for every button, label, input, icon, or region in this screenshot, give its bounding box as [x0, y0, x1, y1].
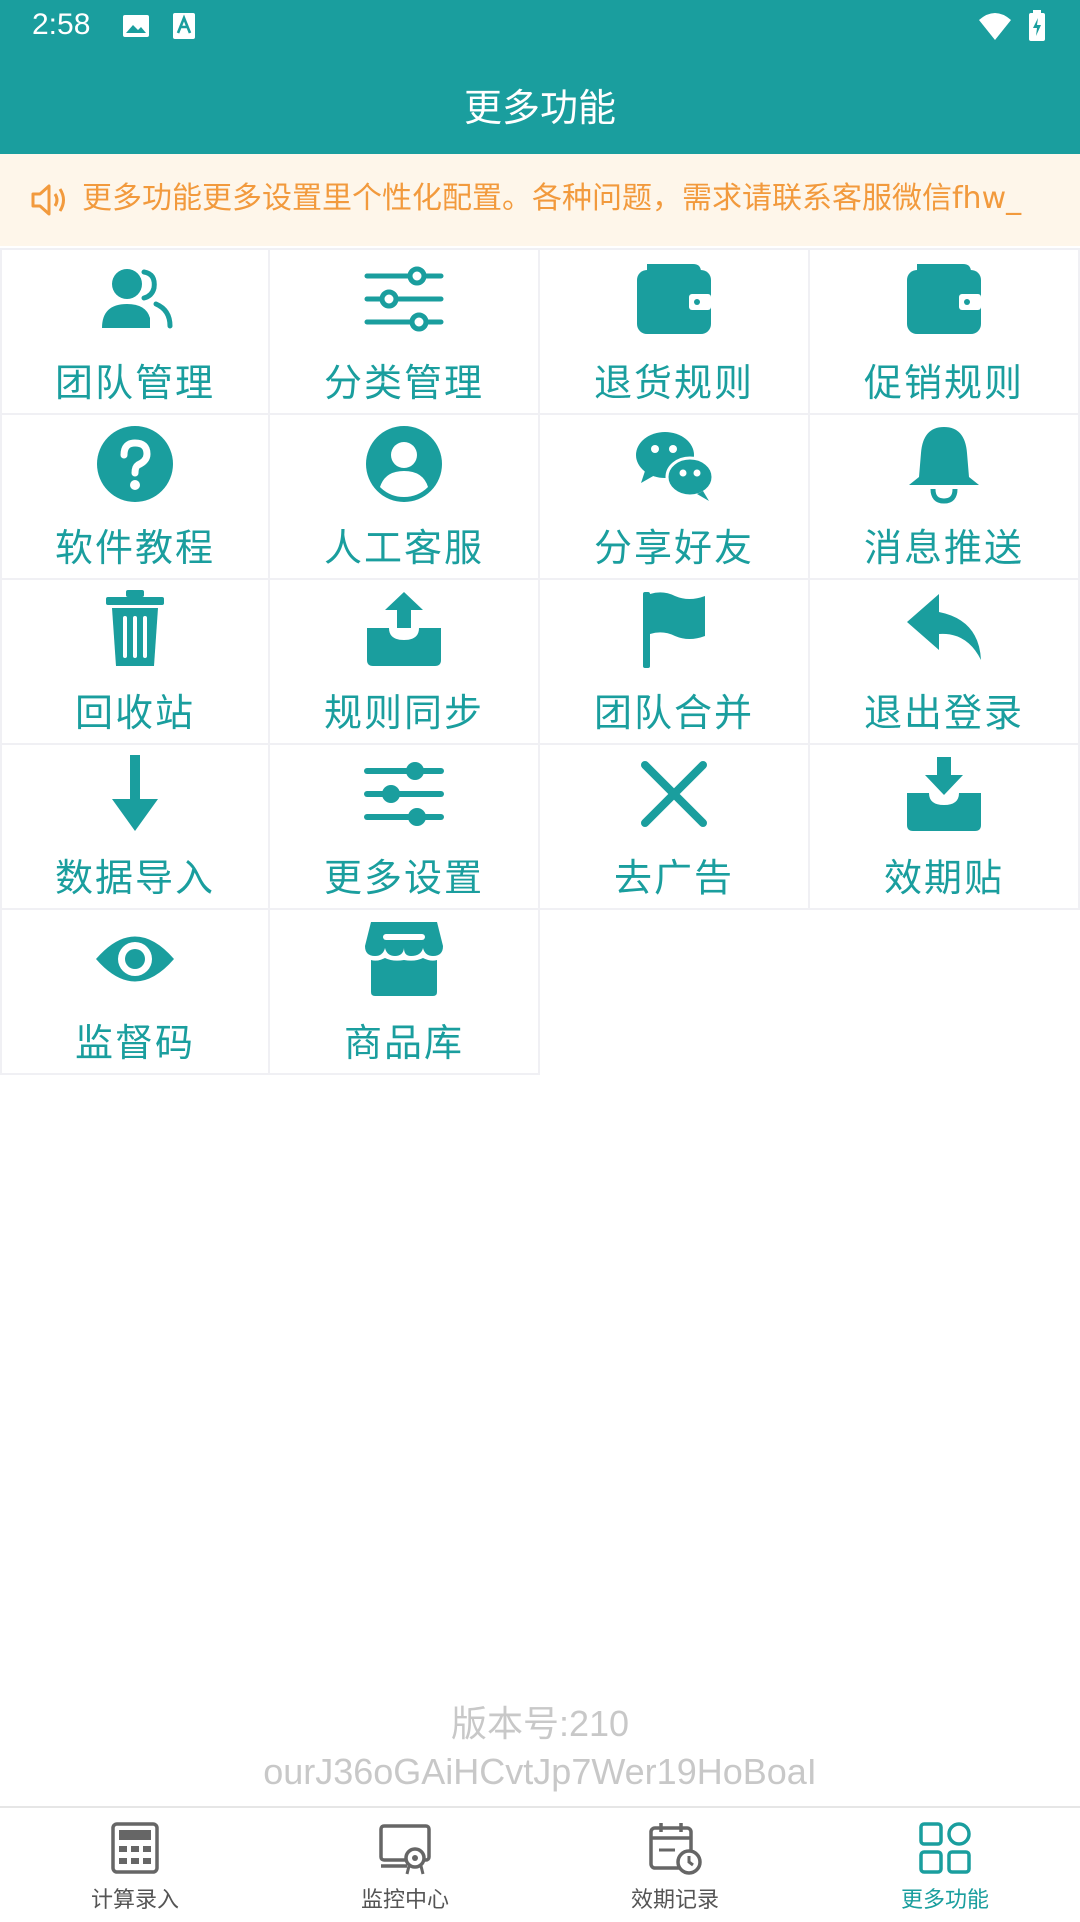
- grid-item-label: 团队合并: [593, 691, 754, 735]
- monitor-icon: [377, 1820, 433, 1876]
- grid-item-label: 退货规则: [593, 361, 754, 405]
- grid-item-label: 消息推送: [863, 526, 1024, 570]
- reply-icon: [903, 588, 985, 670]
- nav-item-expiry-records[interactable]: 效期记录: [540, 1808, 810, 1922]
- grid-item-logout[interactable]: 退出登录: [808, 578, 1080, 745]
- device-id: ourJ36oGAiHCvtJp7Wer19HoBoaI: [263, 1751, 817, 1792]
- text-notification-icon: [172, 12, 196, 40]
- sliders-icon: [363, 753, 445, 835]
- grid-item-label: 促销规则: [863, 361, 1024, 405]
- page-title: 更多功能: [463, 85, 616, 130]
- notice-marquee[interactable]: 更多功能更多设置里个性化配置。各种问题，需求请联系客服微信fhw_: [0, 154, 1080, 246]
- sliders-icon: [363, 258, 445, 340]
- help-icon: [94, 423, 176, 505]
- nav-item-label: 监控中心: [360, 1888, 449, 1913]
- grid-item-label: 回收站: [74, 691, 195, 735]
- grid-item-label: 监督码: [74, 1021, 195, 1065]
- grid-icon: [917, 1820, 973, 1876]
- nav-item-label: 效期记录: [630, 1888, 719, 1913]
- grid-item-label: 商品库: [343, 1021, 464, 1065]
- grid-item-label: 分类管理: [323, 361, 484, 405]
- function-grid: 团队管理 分类管理 退货规则 促销规则 软件教程 人工客服 分享好友 消息推送 …: [0, 248, 1080, 1075]
- grid-item-label: 更多设置: [323, 856, 484, 900]
- wechat-icon: [633, 423, 715, 505]
- flag-icon: [633, 588, 715, 670]
- grid-item-promotion-rules[interactable]: 促销规则: [808, 248, 1080, 415]
- grid-item-label: 软件教程: [54, 526, 215, 570]
- grid-item-label: 退出登录: [863, 691, 1024, 735]
- grid-item-recycle-bin[interactable]: 回收站: [0, 578, 270, 745]
- grid-item-data-import[interactable]: 数据导入: [0, 743, 270, 910]
- grid-item-label: 去广告: [613, 856, 734, 900]
- wifi-icon: [978, 12, 1012, 42]
- user-circle-icon: [363, 423, 445, 505]
- trash-icon: [94, 588, 176, 670]
- status-time: 2:58: [32, 8, 91, 41]
- nav-item-more-features[interactable]: 更多功能: [810, 1808, 1080, 1922]
- grid-item-label: 人工客服: [323, 526, 484, 570]
- grid-item-remove-ads[interactable]: 去广告: [538, 743, 810, 910]
- grid-item-label: 分享好友: [593, 526, 754, 570]
- bottom-nav: 计算录入 监控中心 效期记录 更多功能: [0, 1806, 1080, 1922]
- grid-item-label: 效期贴: [883, 856, 1004, 900]
- grid-item-label: 数据导入: [54, 856, 215, 900]
- grid-item-supervision-code[interactable]: 监督码: [0, 908, 270, 1075]
- grid-item-more-settings[interactable]: 更多设置: [268, 743, 540, 910]
- nav-item-monitor-center[interactable]: 监控中心: [270, 1808, 540, 1922]
- download-tray-icon: [903, 753, 985, 835]
- eye-icon: [94, 918, 176, 1000]
- wallet-icon: [633, 258, 715, 340]
- grid-item-product-library[interactable]: 商品库: [268, 908, 540, 1075]
- grid-item-label: 团队管理: [54, 361, 215, 405]
- team-icon: [94, 258, 176, 340]
- calendar-clock-icon: [647, 1820, 703, 1876]
- grid-item-share-friends[interactable]: 分享好友: [538, 413, 810, 580]
- version-info: 版本号:210 ourJ36oGAiHCvtJp7Wer19HoBoaI: [0, 1700, 1080, 1796]
- grid-item-return-rules[interactable]: 退货规则: [538, 248, 810, 415]
- grid-item-team-management[interactable]: 团队管理: [0, 248, 270, 415]
- grid-item-customer-service[interactable]: 人工客服: [268, 413, 540, 580]
- calculator-icon: [107, 1820, 163, 1876]
- nav-item-label: 计算录入: [90, 1888, 179, 1913]
- arrow-down-icon: [94, 753, 176, 835]
- image-notification-icon: [122, 14, 150, 38]
- battery-icon: [1028, 10, 1046, 42]
- grid-item-message-push[interactable]: 消息推送: [808, 413, 1080, 580]
- grid-item-software-tutorial[interactable]: 软件教程: [0, 413, 270, 580]
- upload-tray-icon: [363, 588, 445, 670]
- grid-item-category-management[interactable]: 分类管理: [268, 248, 540, 415]
- wallet-icon: [903, 258, 985, 340]
- nav-item-label: 更多功能: [900, 1888, 989, 1913]
- app-bar: 更多功能: [0, 54, 1080, 154]
- status-bar: 2:58: [0, 0, 1080, 54]
- nav-item-calc-entry[interactable]: 计算录入: [0, 1808, 270, 1922]
- close-icon: [633, 753, 715, 835]
- speaker-icon: [30, 182, 70, 218]
- notice-text: 更多功能更多设置里个性化配置。各种问题，需求请联系客服微信fhw_: [82, 181, 1022, 216]
- grid-item-rule-sync[interactable]: 规则同步: [268, 578, 540, 745]
- grid-item-expiry-label[interactable]: 效期贴: [808, 743, 1080, 910]
- grid-item-team-merge[interactable]: 团队合并: [538, 578, 810, 745]
- bell-icon: [903, 423, 985, 505]
- grid-item-label: 规则同步: [323, 691, 484, 735]
- version-number: 版本号:210: [450, 1703, 630, 1744]
- store-icon: [363, 918, 445, 1000]
